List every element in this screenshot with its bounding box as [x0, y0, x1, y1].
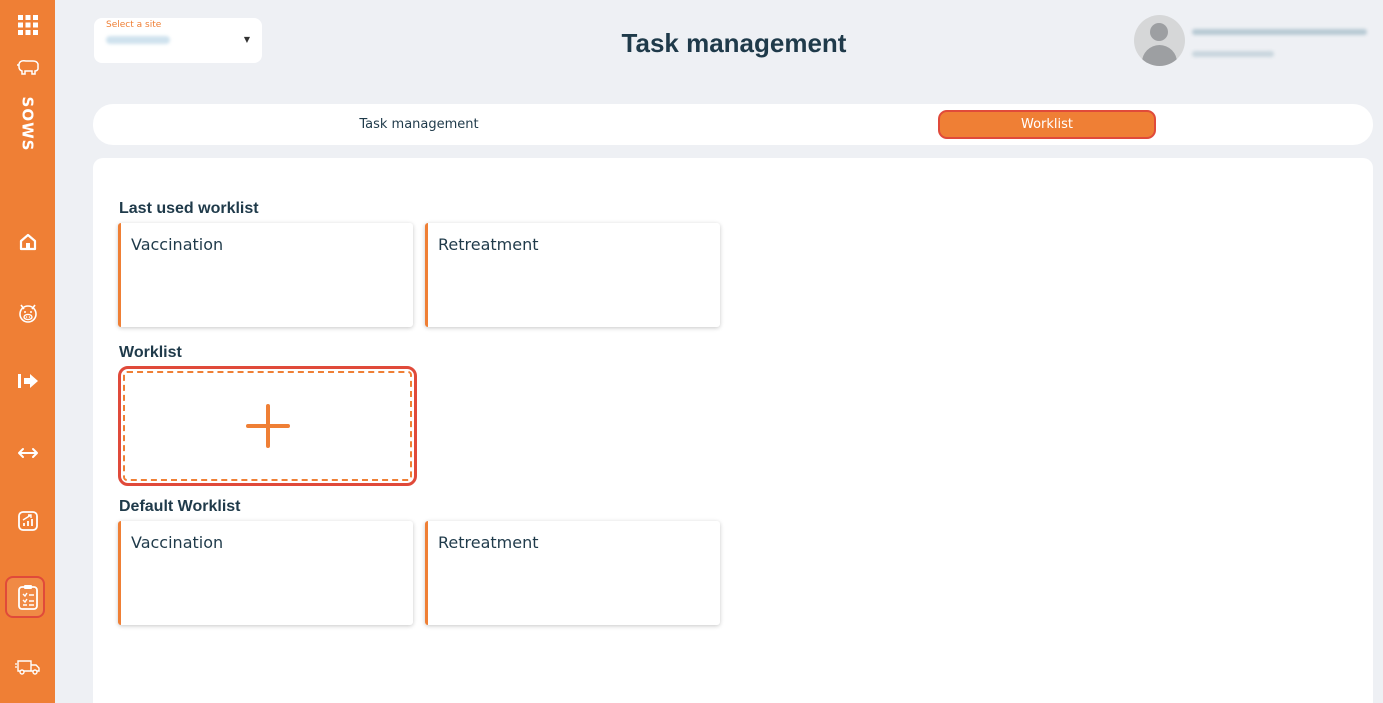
move-in-icon[interactable] [0, 370, 55, 392]
brand-logo: SOWS [0, 94, 55, 154]
pig-face-icon[interactable] [0, 300, 55, 326]
analytics-icon[interactable] [0, 508, 55, 534]
card-label: Vaccination [131, 235, 224, 254]
transfer-icon[interactable] [0, 442, 55, 464]
tab-bar: Task management Worklist [93, 104, 1373, 145]
plus-icon [245, 404, 290, 448]
brand-text: SOWS [18, 96, 37, 152]
section-title-last-used: Last used worklist [119, 200, 259, 217]
card-label: Retreatment [438, 533, 539, 552]
worklist-card-vaccination[interactable]: Vaccination [118, 223, 413, 327]
clipboard-icon[interactable] [0, 582, 55, 612]
user-site [1192, 51, 1274, 57]
default-card-vaccination[interactable]: Vaccination [118, 521, 413, 625]
section-title-default: Default Worklist [119, 498, 241, 515]
section-title-worklist: Worklist [119, 344, 182, 361]
user-email [1192, 29, 1367, 35]
default-card-retreatment[interactable]: Retreatment [425, 521, 720, 625]
card-label: Retreatment [438, 235, 539, 254]
tab-worklist[interactable]: Worklist [938, 110, 1156, 139]
tab-task-management[interactable]: Task management [93, 104, 745, 145]
avatar-icon[interactable] [1134, 15, 1185, 66]
card-label: Vaccination [131, 533, 224, 552]
pig-outline-icon[interactable] [0, 56, 55, 78]
home-icon[interactable] [0, 230, 55, 254]
worklist-card-retreatment[interactable]: Retreatment [425, 223, 720, 327]
sidebar: SOWS [0, 0, 55, 703]
truck-icon[interactable] [0, 656, 55, 678]
add-worklist-button[interactable] [118, 366, 417, 486]
